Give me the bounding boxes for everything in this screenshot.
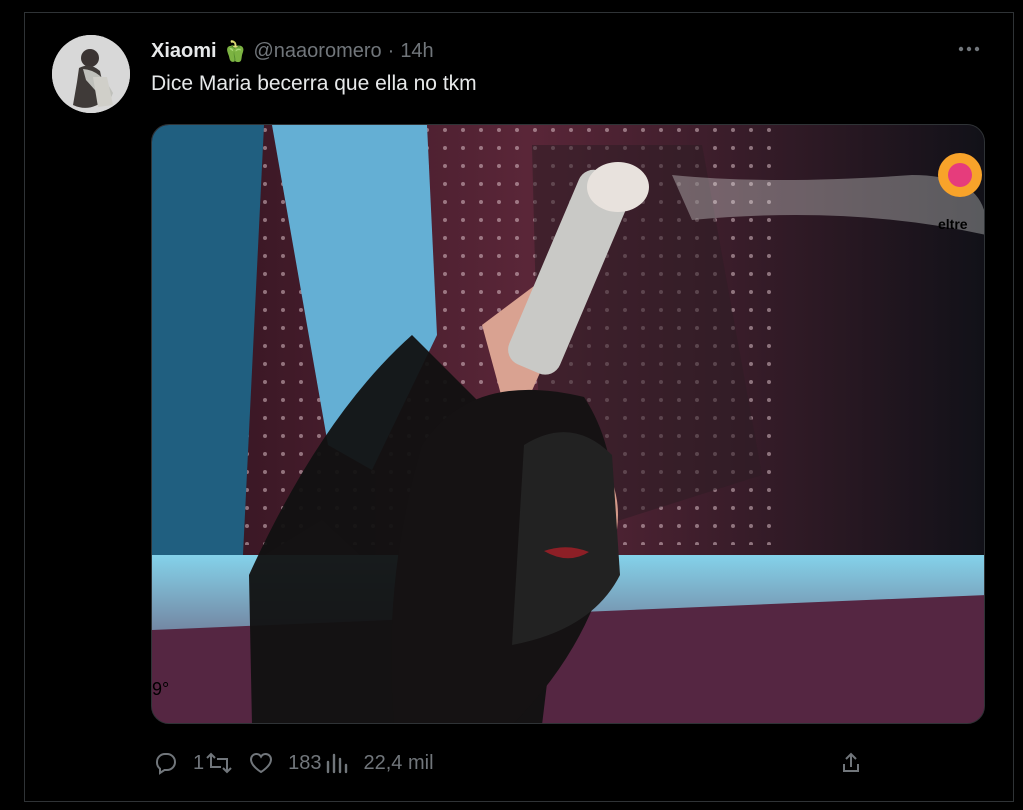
post-header: Xiaomi 🫑 @naaoromero · 14h (151, 36, 434, 66)
post-media[interactable]: eltre 9° (151, 124, 985, 724)
ellipsis-icon[interactable] (955, 38, 983, 60)
heart-icon[interactable] (246, 748, 276, 778)
repost-action[interactable] (204, 748, 246, 778)
views-action[interactable]: 22,4 mil (322, 748, 434, 778)
header-separator: · (387, 39, 395, 62)
like-action[interactable]: 183 (246, 748, 322, 778)
like-count: 183 (288, 751, 322, 774)
media-image: eltre 9° (152, 125, 984, 723)
reply-count: 1 (193, 751, 205, 774)
view-count: 22,4 mil (363, 751, 434, 774)
post-actions: 1 183 22,4 mil (151, 748, 866, 778)
user-handle[interactable]: @naaoromero (253, 40, 381, 63)
avatar-image (52, 35, 130, 113)
share-action[interactable] (836, 748, 866, 778)
channel-logo-text: eltre (938, 216, 968, 232)
post-time[interactable]: 14h (400, 40, 433, 63)
post-text: Dice Maria becerra que ella no tkm (151, 72, 477, 95)
repost-icon[interactable] (204, 748, 234, 778)
share-icon[interactable] (836, 748, 866, 778)
corner-text: 9° (152, 679, 169, 699)
views-icon[interactable] (322, 748, 352, 778)
pepper-emoji: 🫑 (222, 40, 248, 63)
reply-action[interactable]: 1 (151, 748, 204, 778)
display-name[interactable]: Xiaomi (151, 40, 217, 63)
reply-icon[interactable] (151, 748, 181, 778)
avatar[interactable] (52, 35, 130, 113)
